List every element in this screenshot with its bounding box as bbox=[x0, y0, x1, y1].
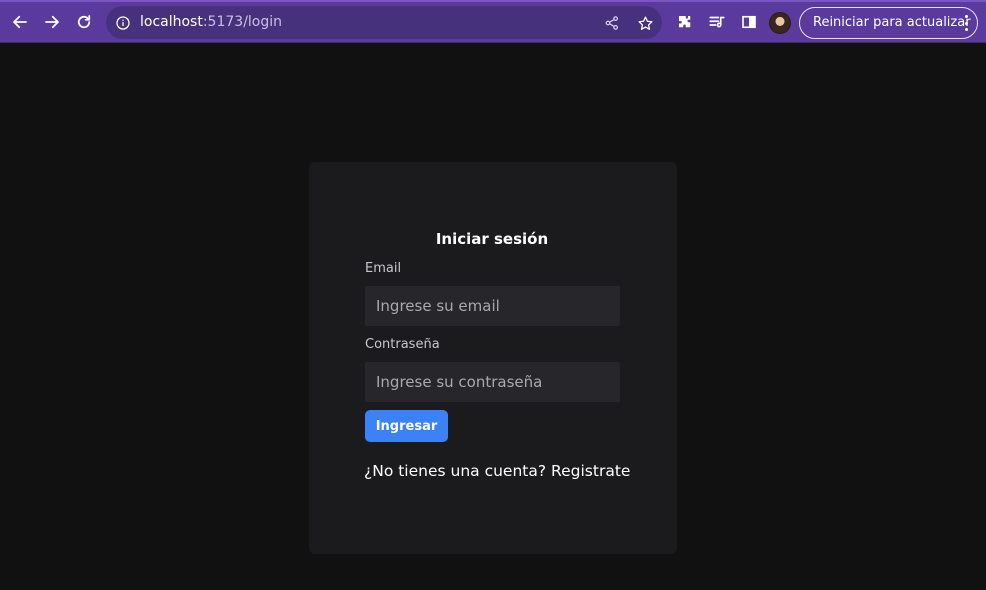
extensions-icon[interactable] bbox=[673, 10, 697, 34]
profile-avatar[interactable] bbox=[769, 12, 791, 34]
email-label: Email bbox=[365, 261, 402, 276]
login-button[interactable]: Ingresar bbox=[365, 410, 448, 442]
email-field[interactable] bbox=[365, 286, 620, 326]
reload-icon[interactable] bbox=[72, 10, 96, 34]
url-path: :5173/login bbox=[202, 14, 283, 30]
update-button[interactable]: Reiniciar para actualizar bbox=[799, 7, 978, 39]
menu-dots-icon[interactable] bbox=[963, 15, 969, 31]
side-panel-icon[interactable] bbox=[737, 10, 761, 34]
password-label: Contraseña bbox=[365, 337, 440, 352]
login-card: Iniciar sesión Email Contraseña Ingresar… bbox=[309, 162, 677, 554]
browser-toolbar: localhost:5173/login Reiniciar para actu… bbox=[0, 0, 986, 43]
url-host: localhost bbox=[140, 14, 203, 30]
reading-list-icon[interactable] bbox=[705, 10, 729, 34]
back-icon[interactable] bbox=[8, 10, 32, 34]
register-link[interactable]: Registrate bbox=[551, 462, 630, 480]
register-prompt-line: ¿No tienes una cuenta? Registrate bbox=[364, 461, 630, 481]
url-text[interactable]: localhost:5173/login bbox=[140, 14, 282, 31]
share-icon[interactable] bbox=[602, 13, 622, 33]
page-title: Iniciar sesión bbox=[435, 230, 549, 248]
info-icon[interactable] bbox=[114, 14, 132, 32]
star-icon[interactable] bbox=[635, 13, 655, 33]
forward-icon[interactable] bbox=[40, 10, 64, 34]
update-button-label: Reiniciar para actualizar bbox=[813, 15, 971, 30]
register-prompt: ¿No tienes una cuenta? bbox=[364, 462, 547, 480]
password-field[interactable] bbox=[365, 362, 620, 402]
address-bar[interactable]: localhost:5173/login bbox=[106, 6, 662, 39]
